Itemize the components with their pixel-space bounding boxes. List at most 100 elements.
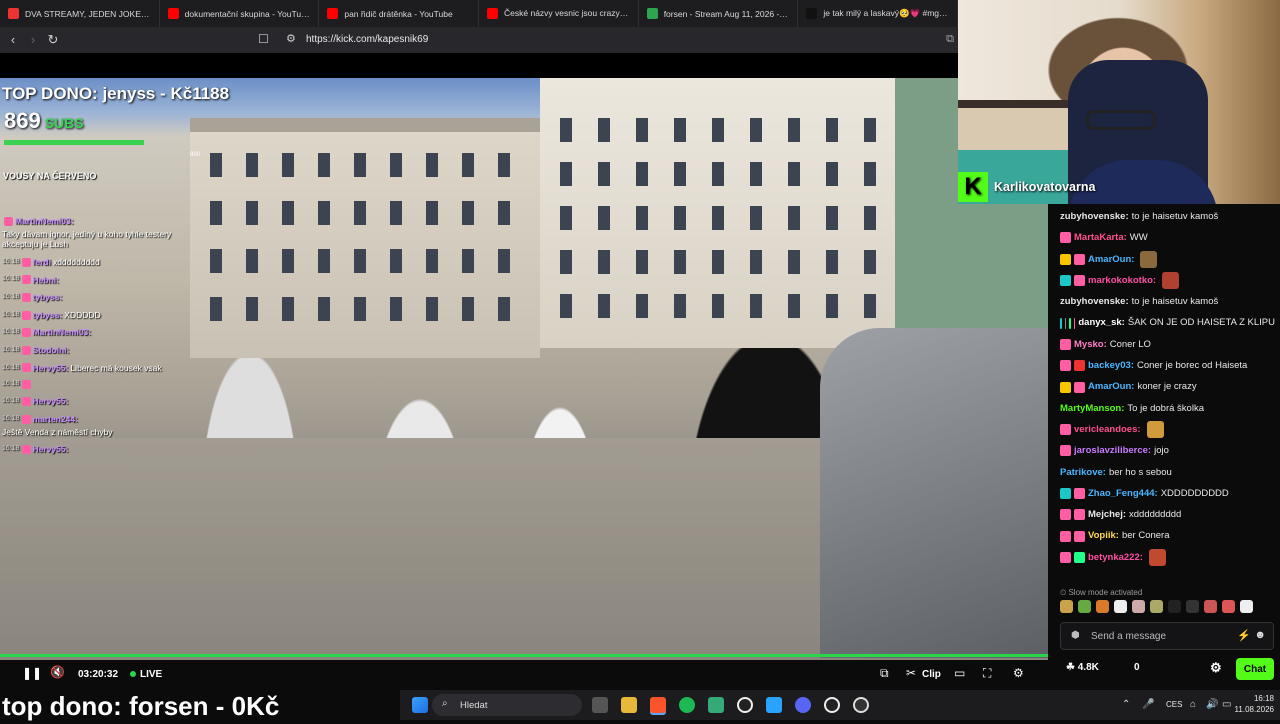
smiley-icon[interactable]: ☻ xyxy=(1254,629,1266,641)
mic-icon[interactable]: 🎤 xyxy=(1142,699,1154,710)
chat-username[interactable]: Vopiik: xyxy=(1088,525,1119,546)
spotify-icon[interactable] xyxy=(679,697,695,713)
emote-icon[interactable] xyxy=(1186,600,1199,613)
building-window xyxy=(246,297,258,321)
editor-icon[interactable] xyxy=(708,697,724,713)
emote-icon[interactable] xyxy=(1240,600,1253,613)
chat-username[interactable]: Zhao_Feng444: xyxy=(1088,483,1158,504)
chat-send-button[interactable]: Chat xyxy=(1236,658,1274,680)
building-window xyxy=(712,118,724,142)
chat-username[interactable]: Mysko: xyxy=(1074,334,1107,355)
chat-username[interactable]: MartyManson: xyxy=(1060,398,1124,419)
emote-icon[interactable] xyxy=(1114,600,1127,613)
browser-tab[interactable]: pan řidič drátěnka - YouTube xyxy=(319,0,480,27)
chat-username[interactable]: jaroslavziliberce: xyxy=(1074,440,1151,461)
start-icon[interactable] xyxy=(412,697,428,713)
building-window xyxy=(282,201,294,225)
building-window xyxy=(498,249,510,273)
emote-icon[interactable] xyxy=(1150,600,1163,613)
emote-icon[interactable] xyxy=(1222,600,1235,613)
obs-icon[interactable] xyxy=(853,697,869,713)
url-field[interactable]: https://kick.com/kapesnik69 xyxy=(306,34,428,45)
building-window xyxy=(826,250,838,274)
building-window xyxy=(674,250,686,274)
taskbar-search[interactable]: ⌕ Hledat xyxy=(432,694,582,716)
chat-username[interactable]: danyx_sk: xyxy=(1078,312,1124,333)
building-window xyxy=(390,249,402,273)
chat-username[interactable]: AmarOun: xyxy=(1088,376,1134,397)
photos-icon[interactable] xyxy=(766,697,782,713)
chat-message: MartaKarta: WW xyxy=(1060,227,1275,248)
app-icon[interactable] xyxy=(824,697,840,713)
chat-username[interactable]: markokokotko: xyxy=(1088,270,1156,291)
brave-icon[interactable] xyxy=(650,697,666,713)
file-explorer-icon[interactable] xyxy=(621,697,637,713)
emote-icon[interactable] xyxy=(1078,600,1091,613)
chat-username[interactable]: betynka222: xyxy=(1088,547,1143,568)
building-window xyxy=(750,206,762,230)
site-info-icon[interactable]: ⚙ xyxy=(286,32,296,45)
chat-username[interactable]: Patrikove: xyxy=(1060,462,1106,483)
emote-icon[interactable] xyxy=(1060,600,1073,613)
chat-input[interactable]: ⬢ Send a message ⚡ ☻ xyxy=(1060,622,1274,650)
building-window xyxy=(712,206,724,230)
video-player[interactable]: TOP DONO: jenyss - Kč1188 869 SUBS 900 VO… xyxy=(0,78,1048,660)
overlay-chat-line: 16:18 Hervy55: Liberec má kousek vsak xyxy=(2,363,187,374)
bookmark-icon[interactable]: ☐ xyxy=(258,32,269,46)
overlay-chat-user: tybyss: xyxy=(32,292,63,303)
badge-icon xyxy=(21,444,31,454)
emote-icon[interactable] xyxy=(1132,600,1145,613)
chat-username[interactable]: zubyhovenske: xyxy=(1060,206,1129,227)
discord-icon[interactable] xyxy=(795,697,811,713)
browser-tab[interactable]: forsen - Stream Aug 11, 2026 - Stat xyxy=(639,0,799,27)
task-view-icon[interactable] xyxy=(592,697,608,713)
pip-icon[interactable]: ⧉ xyxy=(880,666,889,681)
volume-icon[interactable]: 🔊 xyxy=(1206,699,1218,710)
progress-bar[interactable] xyxy=(0,654,1048,657)
building-window xyxy=(788,294,800,318)
emote-picker-icon[interactable]: ⚡ xyxy=(1237,629,1251,642)
system-clock[interactable]: 16:18 11.08.2026 xyxy=(1235,693,1274,715)
emote-icon[interactable] xyxy=(1168,600,1181,613)
tray-chevron-icon[interactable]: ⌃ xyxy=(1122,699,1130,710)
clip-icon[interactable]: ✂ xyxy=(906,666,916,680)
translate-icon[interactable]: ⧉ xyxy=(946,33,954,46)
fullscreen-icon[interactable]: ⛶ xyxy=(983,666,991,681)
chat-username[interactable]: backey03: xyxy=(1088,355,1134,376)
browser-tab[interactable]: DVA STREAMY, JEDEN JOKER. OPAK xyxy=(0,0,160,27)
chat-username[interactable]: MartaKarta: xyxy=(1074,227,1127,248)
chat-username[interactable]: zubyhovenske: xyxy=(1060,291,1129,312)
emote-icon[interactable] xyxy=(1096,600,1109,613)
mute-icon[interactable]: 🔇 xyxy=(50,665,65,679)
building-window xyxy=(560,118,572,142)
pause-icon[interactable]: ❚❚ xyxy=(22,666,42,680)
browser-tab[interactable]: dokumentační skupina - YouTube xyxy=(160,0,320,27)
building-window xyxy=(318,249,330,273)
badge-icon xyxy=(1060,530,1071,542)
chat-username[interactable]: AmarOun: xyxy=(1088,249,1134,270)
overlay-chat-user: Hebni: xyxy=(32,274,59,285)
chat-settings-icon[interactable]: ⚙ xyxy=(1210,660,1222,676)
ccleaner-icon[interactable] xyxy=(737,697,753,713)
browser-tab[interactable]: České názvy vesnic jsou crazy 😮 # xyxy=(479,0,639,27)
building-window xyxy=(426,153,438,177)
theater-icon[interactable]: ▭ xyxy=(954,666,965,680)
overlay-chat-text: xddddddddd xyxy=(52,256,100,267)
badge-icon xyxy=(1074,253,1085,265)
input-language[interactable]: CES xyxy=(1166,700,1182,709)
building-window xyxy=(354,249,366,273)
reload-icon[interactable]: ↻ xyxy=(40,32,66,48)
emote-icon[interactable] xyxy=(1204,600,1217,613)
settings-icon[interactable]: ⚙ xyxy=(1013,666,1024,680)
battery-icon[interactable]: ▭ xyxy=(1222,699,1231,710)
browser-tab[interactable]: je tak milý a laskavý🥺💗 #mgfitm xyxy=(798,0,959,27)
building-window xyxy=(598,250,610,274)
chat-username[interactable]: Mejchej: xyxy=(1088,504,1126,525)
network-icon[interactable]: ⌂ xyxy=(1190,699,1196,710)
overlay-chat-time: 16:18 xyxy=(2,380,20,388)
slow-mode-text: Slow mode activated xyxy=(1068,588,1143,597)
building-window xyxy=(636,294,648,318)
chat-username[interactable]: vericleandoes: xyxy=(1074,419,1141,440)
clip-button[interactable]: Clip xyxy=(922,669,941,680)
chat-text: to je haisetuv kamoš xyxy=(1131,296,1219,308)
